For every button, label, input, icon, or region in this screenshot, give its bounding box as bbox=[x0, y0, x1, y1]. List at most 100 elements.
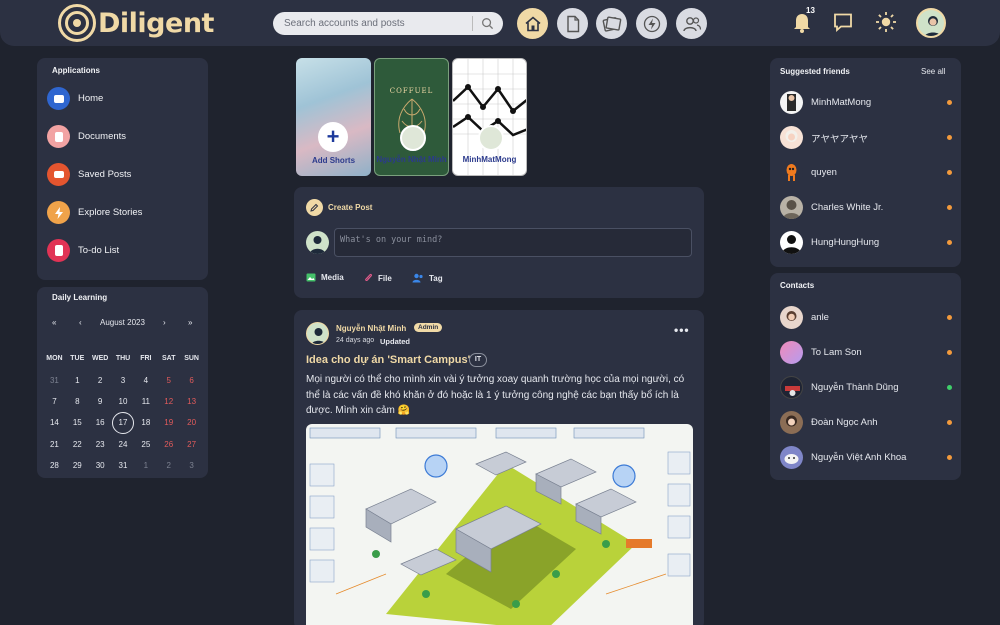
contact-name: anle bbox=[811, 312, 829, 323]
calendar-day-today[interactable]: 17 bbox=[112, 411, 135, 434]
weekday-row: MON TUE WED THU FRI SAT SUN bbox=[43, 348, 203, 369]
calendar-day[interactable]: 3 bbox=[180, 461, 203, 470]
calendar-day[interactable]: 20 bbox=[180, 418, 203, 427]
contact-item[interactable]: To Lam Son bbox=[780, 341, 952, 364]
weekday-label: SUN bbox=[184, 355, 199, 363]
add-shorts-card[interactable]: + Add Shorts bbox=[296, 58, 371, 176]
calendar-day[interactable]: 23 bbox=[89, 440, 112, 449]
calendar-day[interactable]: 27 bbox=[180, 440, 203, 449]
file-button[interactable]: File bbox=[364, 273, 392, 283]
short-author-avatar bbox=[400, 125, 426, 151]
people-tag-icon bbox=[412, 273, 423, 283]
friend-item[interactable]: MinhMatMong bbox=[780, 91, 952, 114]
friend-avatar bbox=[780, 231, 803, 254]
calendar-day[interactable]: 19 bbox=[157, 418, 180, 427]
calendar-day[interactable]: 8 bbox=[66, 397, 89, 406]
calendar-day[interactable]: 31 bbox=[112, 461, 135, 470]
status-dot bbox=[947, 350, 952, 355]
app-item-saved-posts[interactable]: Saved Posts bbox=[47, 163, 131, 186]
calendar-day[interactable]: 10 bbox=[112, 397, 135, 406]
calendar-day[interactable]: 2 bbox=[89, 376, 112, 385]
nav-saved-posts-button[interactable] bbox=[596, 8, 627, 39]
calendar-day[interactable]: 6 bbox=[180, 376, 203, 385]
last-month-button[interactable]: » bbox=[188, 318, 192, 327]
app-item-home[interactable]: Home bbox=[47, 87, 103, 110]
app-item-documents[interactable]: Documents bbox=[47, 125, 126, 148]
calendar-day[interactable]: 5 bbox=[157, 376, 180, 385]
calendar-day[interactable]: 29 bbox=[66, 461, 89, 470]
brand-logo[interactable]: Diligent bbox=[58, 4, 214, 42]
short-card[interactable]: MinhMatMong bbox=[452, 58, 527, 176]
friend-item[interactable]: HungHungHung bbox=[780, 231, 952, 254]
calendar-day[interactable]: 26 bbox=[157, 440, 180, 449]
calendar-day[interactable]: 30 bbox=[89, 461, 112, 470]
author-name[interactable]: Nguyễn Nhật Minh bbox=[336, 324, 406, 333]
calendar-day[interactable]: 31 bbox=[43, 376, 66, 385]
calendar-day[interactable]: 14 bbox=[43, 418, 66, 427]
post-text-input[interactable]: What's on your mind? bbox=[334, 228, 692, 257]
home-icon bbox=[47, 87, 70, 110]
calendar-day[interactable]: 24 bbox=[112, 440, 135, 449]
calendar-day[interactable]: 3 bbox=[112, 376, 135, 385]
see-all-link[interactable]: See all bbox=[921, 67, 945, 76]
role-badge: Admin bbox=[414, 323, 443, 332]
create-post-title: Create Post bbox=[328, 203, 373, 212]
tag-button[interactable]: Tag bbox=[412, 273, 443, 283]
nav-home-button[interactable] bbox=[517, 8, 548, 39]
search-input[interactable]: Search accounts and posts bbox=[284, 18, 405, 29]
nav-explore-button[interactable] bbox=[636, 8, 667, 39]
calendar-day[interactable]: 22 bbox=[66, 440, 89, 449]
next-month-button[interactable]: › bbox=[163, 318, 166, 327]
applications-panel: Applications Home Documents Saved Posts … bbox=[37, 58, 208, 280]
contact-item[interactable]: Đoàn Ngọc Anh bbox=[780, 411, 952, 434]
calendar-day[interactable]: 1 bbox=[134, 461, 157, 470]
calendar-day[interactable]: 1 bbox=[66, 376, 89, 385]
nav-documents-button[interactable] bbox=[557, 8, 588, 39]
search-icon[interactable] bbox=[481, 17, 494, 30]
calendar-day[interactable]: 21 bbox=[43, 440, 66, 449]
contact-item[interactable]: Nguyễn Việt Anh Khoa bbox=[780, 446, 952, 469]
friend-name: quyen bbox=[811, 167, 837, 178]
calendar-day[interactable]: 7 bbox=[43, 397, 66, 406]
post-image[interactable] bbox=[306, 424, 693, 625]
calendar-day[interactable]: 28 bbox=[43, 461, 66, 470]
calendar-day[interactable]: 12 bbox=[157, 397, 180, 406]
friend-item[interactable]: アヤヤアヤヤ bbox=[780, 126, 952, 149]
contact-avatar bbox=[780, 306, 803, 329]
media-button[interactable]: Media bbox=[306, 273, 344, 282]
calendar-day[interactable]: 16 bbox=[89, 418, 112, 427]
profile-avatar[interactable] bbox=[916, 8, 946, 38]
calendar-day[interactable]: 11 bbox=[134, 397, 157, 406]
nav-people-button[interactable] bbox=[676, 8, 707, 39]
more-icon[interactable]: ••• bbox=[674, 323, 690, 337]
app-label: Saved Posts bbox=[78, 169, 132, 180]
calendar-day[interactable]: 13 bbox=[180, 397, 203, 406]
calendar-day[interactable]: 9 bbox=[89, 397, 112, 406]
applications-title: Applications bbox=[52, 66, 101, 75]
calendar-day[interactable]: 2 bbox=[157, 461, 180, 470]
smart-campus-illustration bbox=[309, 427, 691, 625]
post-status: Updated bbox=[380, 337, 410, 346]
calendar-day[interactable]: 15 bbox=[66, 418, 89, 427]
people-icon bbox=[682, 16, 701, 31]
app-item-todo-list[interactable]: To-do List bbox=[47, 239, 119, 262]
calendar-day[interactable]: 18 bbox=[134, 418, 157, 427]
theme-toggle-button[interactable] bbox=[873, 9, 899, 35]
saved-posts-icon bbox=[47, 163, 70, 186]
contact-item[interactable]: anle bbox=[780, 306, 952, 329]
post-tag[interactable]: IT bbox=[469, 353, 487, 367]
weekday-label: TUE bbox=[70, 355, 85, 363]
status-dot bbox=[947, 240, 952, 245]
messages-button[interactable] bbox=[830, 9, 856, 35]
search-bar[interactable]: Search accounts and posts bbox=[273, 12, 503, 35]
friend-item[interactable]: quyen bbox=[780, 161, 952, 184]
app-item-explore-stories[interactable]: Explore Stories bbox=[47, 201, 142, 224]
calendar-day[interactable]: 4 bbox=[134, 376, 157, 385]
calendar-day[interactable]: 25 bbox=[134, 440, 157, 449]
short-card[interactable]: COFFUEL Nguyễn Nhật Minh bbox=[374, 58, 449, 176]
friend-item[interactable]: Charles White Jr. bbox=[780, 196, 952, 219]
prev-month-button[interactable]: ‹ bbox=[79, 318, 82, 327]
contact-item[interactable]: Nguyễn Thành Dũng bbox=[780, 376, 952, 399]
author-avatar[interactable] bbox=[306, 322, 329, 345]
first-month-button[interactable]: « bbox=[52, 318, 56, 327]
